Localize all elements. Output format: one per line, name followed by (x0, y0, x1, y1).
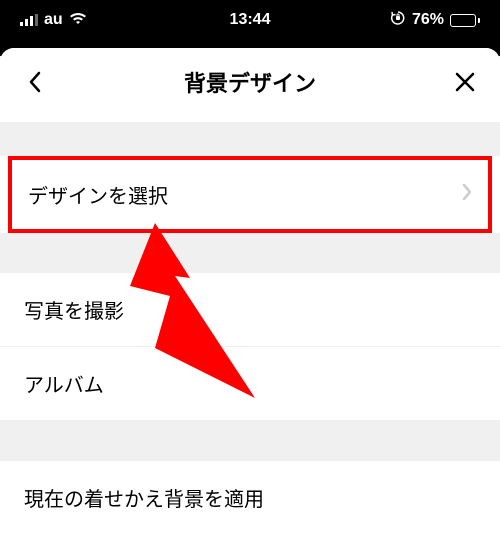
wifi-icon (69, 12, 87, 29)
album-label: アルバム (24, 369, 104, 398)
status-time: 13:44 (230, 11, 271, 29)
settings-sheet: 背景デザイン デザインを選択 写真を撮影 アルバム 現在の着せかえ背景を適用 (0, 48, 500, 534)
battery-icon (450, 14, 480, 27)
nav-bar: 背景デザイン (0, 48, 500, 122)
close-button[interactable] (450, 67, 480, 97)
battery-percent: 76% (412, 11, 444, 29)
close-icon (454, 71, 476, 93)
page-title: 背景デザイン (184, 66, 316, 98)
status-bar: au 13:44 76% (0, 0, 500, 40)
status-left: au (20, 11, 87, 29)
section-spacer (0, 122, 500, 156)
status-right: 76% (390, 10, 480, 31)
album-row[interactable]: アルバム (0, 347, 500, 421)
take-photo-row[interactable]: 写真を撮影 (0, 273, 500, 347)
take-photo-label: 写真を撮影 (24, 295, 124, 324)
section-spacer (0, 421, 500, 461)
select-design-label: デザインを選択 (28, 180, 168, 209)
back-button[interactable] (20, 67, 50, 97)
signal-icon (20, 14, 38, 26)
apply-theme-row[interactable]: 現在の着せかえ背景を適用 (0, 461, 500, 534)
chevron-right-icon (462, 183, 472, 207)
section-spacer (0, 233, 500, 273)
carrier-label: au (44, 11, 63, 29)
apply-theme-label: 現在の着せかえ背景を適用 (24, 483, 264, 512)
select-design-row[interactable]: デザインを選択 (8, 156, 492, 233)
orientation-lock-icon (390, 10, 406, 31)
chevron-left-icon (27, 70, 43, 94)
